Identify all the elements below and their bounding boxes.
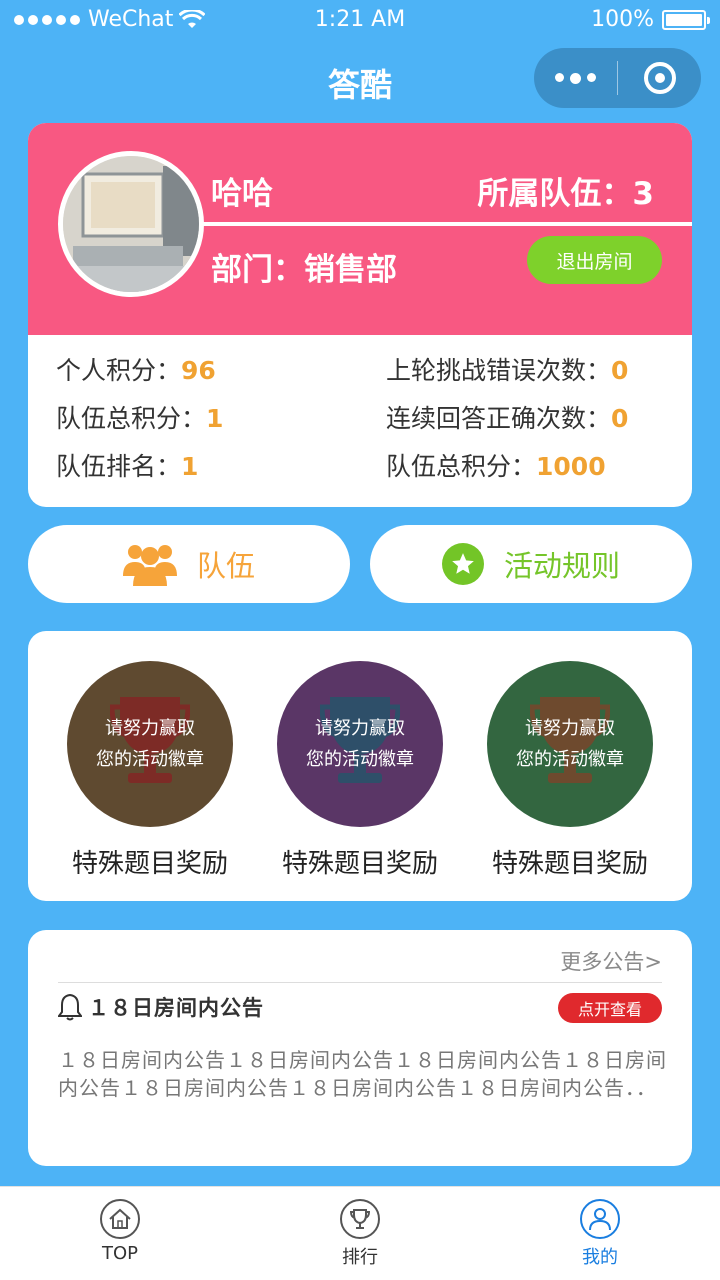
badge-circle: 请努力赢取 您的活动徽章: [487, 661, 653, 827]
team-button-label: 队伍: [196, 549, 255, 583]
home-icon: [100, 1199, 140, 1239]
user-icon: [580, 1199, 620, 1239]
notice-divider: [58, 982, 662, 983]
dept-label: 部门：: [211, 252, 304, 288]
open-notice-button[interactable]: 点开查看: [558, 993, 662, 1023]
battery-percent: 100%: [591, 7, 654, 32]
rules-button[interactable]: 活动规则: [370, 525, 692, 603]
team-button[interactable]: 队伍: [28, 525, 350, 603]
profile-card: 哈哈 所属队伍：3 部门：销售部 退出房间 个人积分：96 上轮挑战错误次数：0…: [28, 123, 692, 507]
battery-icon: [662, 9, 710, 30]
stat-correct-streak: 连续回答正确次数：0: [386, 399, 628, 435]
stat-value: 96: [181, 356, 216, 385]
badge-circle: 请努力赢取 您的活动徽章: [67, 661, 233, 827]
badge-line2: 您的活动徽章: [516, 749, 624, 770]
stat-label: 队伍总积分：: [386, 452, 537, 481]
team-value: 3: [632, 176, 654, 212]
badge-line1: 请努力赢取: [315, 718, 405, 739]
badge-item[interactable]: 请努力赢取 您的活动徽章 特殊题目奖励: [485, 661, 655, 880]
department: 部门：销售部: [211, 244, 397, 289]
battery-fill: [666, 13, 702, 26]
avatar-image: [63, 156, 199, 292]
team-label: 所属队伍：: [477, 176, 633, 212]
bell-icon: [58, 993, 82, 1021]
stat-personal-score: 个人积分：96: [56, 351, 216, 387]
stat-team-rank: 队伍排名：1: [56, 447, 198, 483]
stat-label: 队伍排名：: [56, 452, 182, 481]
group-icon: [122, 545, 177, 586]
badge-item[interactable]: 请努力赢取 您的活动徽章 特殊题目奖励: [65, 661, 235, 880]
badge-label: 特殊题目奖励: [71, 849, 228, 879]
stat-value: 1: [181, 452, 199, 481]
tab-label: 我的: [582, 1247, 618, 1268]
exit-room-button[interactable]: 退出房间: [527, 236, 662, 284]
tab-mine[interactable]: 我的: [550, 1199, 650, 1269]
stat-value: 1: [206, 404, 224, 433]
close-miniapp-button[interactable]: [618, 62, 701, 94]
badge-circle: 请努力赢取 您的活动徽章: [277, 661, 443, 827]
badge-label: 特殊题目奖励: [491, 849, 648, 879]
user-name: 哈哈: [211, 176, 273, 212]
more-options-icon[interactable]: [534, 72, 617, 84]
status-bar: WeChat 1:21 AM 100%: [0, 0, 720, 40]
notice-card: 更多公告> １８日房间内公告 点开查看 １８日房间内公告１８日房间内公告１８日房…: [28, 930, 692, 1166]
badge-line1: 请努力赢取: [105, 718, 195, 739]
badge-line2: 您的活动徽章: [306, 749, 414, 770]
badge-line2: 您的活动徽章: [96, 749, 204, 770]
badge-line1: 请努力赢取: [525, 718, 615, 739]
tab-ranking[interactable]: 排行: [310, 1199, 410, 1269]
tab-top[interactable]: TOP: [70, 1199, 170, 1264]
stat-label: 队伍总积分：: [56, 404, 207, 433]
badge-item[interactable]: 请努力赢取 您的活动徽章 特殊题目奖励: [275, 661, 445, 880]
profile-header: 哈哈 所属队伍：3 部门：销售部 退出房间: [28, 123, 692, 335]
team-number: 所属队伍：3: [477, 168, 654, 213]
tab-bar: TOP 排行 我的: [0, 1186, 720, 1280]
stat-label: 个人积分：: [56, 356, 182, 385]
avatar: [58, 151, 204, 297]
stat-value: 1000: [536, 452, 606, 481]
dept-value: 销售部: [304, 252, 397, 288]
miniapp-capsule: [534, 48, 701, 108]
notice-title-row: １８日房间内公告: [58, 992, 264, 1022]
header-divider: [200, 222, 692, 226]
rules-button-label: 活动规则: [503, 549, 620, 583]
notice-body: １８日房间内公告１８日房间内公告１８日房间内公告１８日房间内公告１８日房间内公告…: [58, 1048, 667, 1100]
stat-value: 0: [611, 404, 629, 433]
stat-team-score: 队伍总积分：1: [56, 399, 223, 435]
badge-label: 特殊题目奖励: [281, 849, 438, 879]
badge-card: 请努力赢取 您的活动徽章 特殊题目奖励 请努力赢取 您的活动徽章 特殊题目奖励: [28, 631, 692, 901]
star-icon: [441, 543, 484, 585]
stat-label: 上轮挑战错误次数：: [386, 356, 612, 385]
trophy-icon: [340, 1199, 380, 1239]
stat-last-errors: 上轮挑战错误次数：0: [386, 351, 628, 387]
status-right: 100%: [591, 7, 710, 32]
stat-value: 0: [611, 356, 629, 385]
tab-label: TOP: [101, 1243, 139, 1264]
more-notices-link[interactable]: 更多公告>: [560, 946, 662, 976]
close-target-icon: [643, 62, 676, 94]
tab-label: 排行: [342, 1247, 378, 1268]
stat-team-total: 队伍总积分：1000: [386, 447, 606, 483]
notice-title: １８日房间内公告: [88, 996, 264, 1020]
stat-label: 连续回答正确次数：: [386, 404, 612, 433]
